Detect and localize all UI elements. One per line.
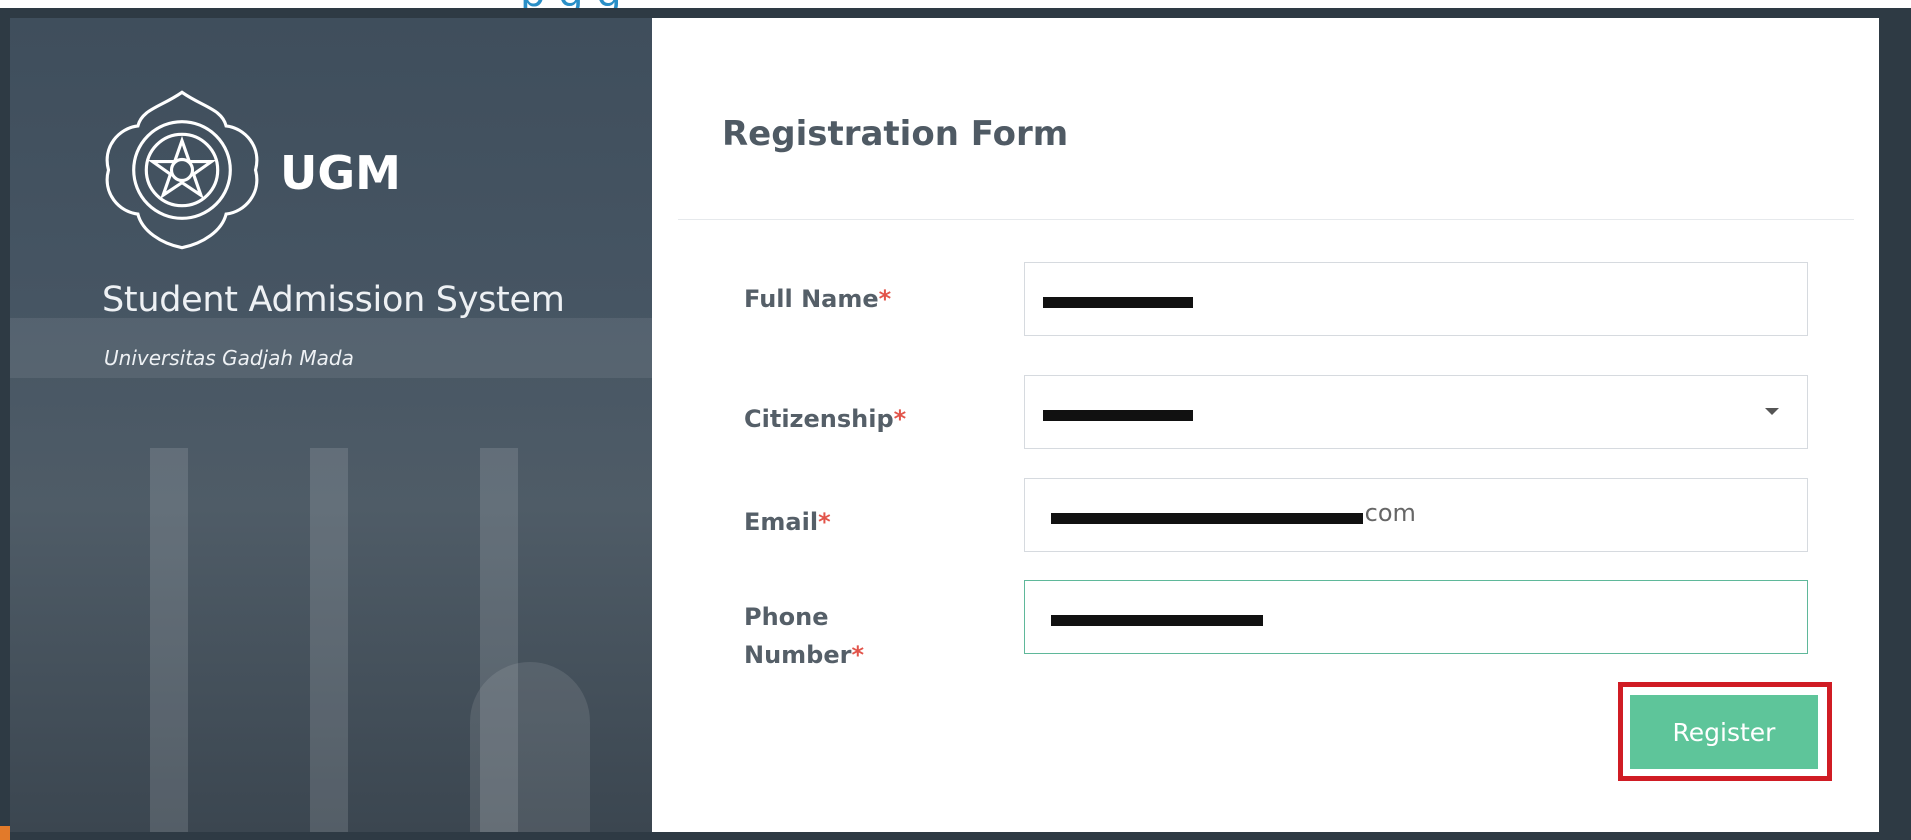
full-name-input[interactable] bbox=[1024, 262, 1808, 336]
required-marker: * bbox=[818, 508, 831, 536]
redaction-bar bbox=[1051, 513, 1363, 524]
system-title: Student Admission System bbox=[102, 280, 565, 320]
corner-accent bbox=[0, 826, 10, 840]
email-input[interactable]: .com bbox=[1024, 478, 1808, 552]
register-button[interactable]: Register bbox=[1630, 695, 1818, 769]
phone-label-line2: Number bbox=[744, 641, 852, 669]
registration-card: UGM Student Admission System Universitas… bbox=[0, 8, 1911, 840]
required-marker: * bbox=[851, 641, 865, 669]
university-name: Universitas Gadjah Mada bbox=[104, 346, 354, 370]
phone-label-line1: Phone bbox=[744, 603, 829, 631]
redaction-bar bbox=[1043, 410, 1193, 421]
email-value: .com bbox=[1357, 499, 1416, 527]
title-divider bbox=[678, 219, 1854, 220]
redaction-bar bbox=[1043, 297, 1193, 308]
chevron-down-icon bbox=[1765, 408, 1779, 415]
registration-form-panel: Registration Form Full Name* Citizenship… bbox=[652, 18, 1879, 832]
citizenship-select[interactable] bbox=[1024, 375, 1808, 449]
required-marker: * bbox=[893, 405, 907, 433]
citizenship-label: Citizenship* bbox=[744, 400, 906, 438]
ugm-emblem-icon bbox=[105, 90, 259, 250]
email-label-text: Email bbox=[744, 508, 819, 536]
brand-name: UGM bbox=[280, 146, 401, 200]
redaction-bar bbox=[1051, 615, 1263, 626]
phone-label: Phone Number* bbox=[744, 598, 864, 674]
branding-panel: UGM Student Admission System Universitas… bbox=[10, 18, 652, 832]
email-label: Email* bbox=[744, 503, 831, 541]
citizenship-label-text: Citizenship bbox=[744, 405, 894, 433]
phone-number-input[interactable] bbox=[1024, 580, 1808, 654]
background-column bbox=[150, 448, 188, 832]
required-marker: * bbox=[878, 285, 892, 313]
background-arch bbox=[470, 662, 590, 832]
form-title: Registration Form bbox=[722, 114, 1069, 154]
full-name-label: Full Name* bbox=[744, 280, 891, 318]
background-column bbox=[310, 448, 348, 832]
full-name-label-text: Full Name bbox=[744, 285, 879, 313]
